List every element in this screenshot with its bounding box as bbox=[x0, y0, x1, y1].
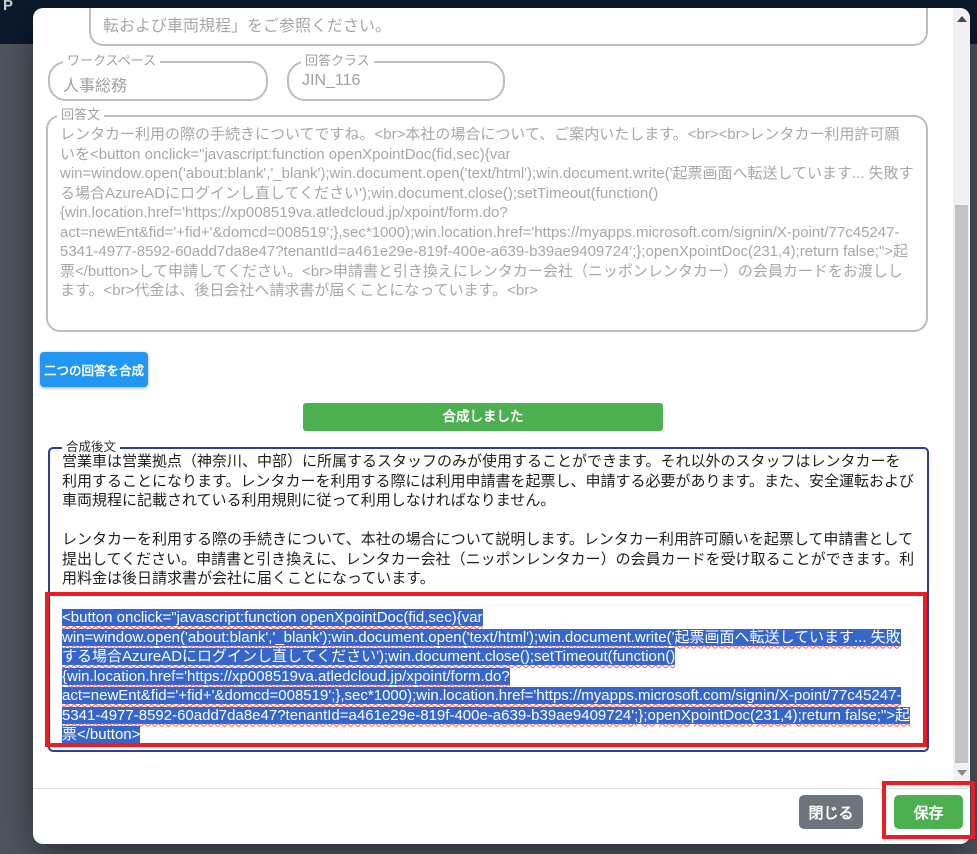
merge-status-message: 合成しました bbox=[303, 403, 663, 431]
scrollbar-down-arrow-icon[interactable] bbox=[957, 770, 967, 776]
merged-paragraph-2: レンタカーを利用する際の手続きについて、本社の場合について説明します。レンタカー… bbox=[62, 531, 914, 587]
selected-code-text: <button onclick="javascript:function ope… bbox=[62, 609, 910, 743]
modal-scrollbar-thumb[interactable] bbox=[955, 205, 968, 763]
page-header-text-fragment: P bbox=[3, 0, 13, 14]
answer-textarea[interactable]: レンタカー利用の際の手続きについてですね。<br>本社の場合について、ご案内いた… bbox=[46, 115, 928, 332]
previous-answer-textarea-partial[interactable]: 転および車両規程」をご参照ください。 bbox=[89, 8, 928, 46]
close-button[interactable]: 閉じる bbox=[799, 795, 863, 829]
merged-paragraph-1: 営業車は営業拠点（神奈川、中部）に所属するスタッフのみが使用することができます。… bbox=[62, 453, 914, 509]
merged-text-label: 合成後文 bbox=[62, 440, 120, 454]
merge-answers-button[interactable]: 二つの回答を合成 bbox=[40, 352, 148, 387]
answer-text-label: 回答文 bbox=[57, 108, 104, 122]
merged-textarea[interactable]: 営業車は営業拠点（神奈川、中部）に所属するスタッフのみが使用することができます。… bbox=[48, 447, 929, 752]
footer-divider bbox=[33, 788, 970, 789]
edit-answer-modal: 転および車両規程」をご参照ください。 ワークスペース 人事総務 回答クラス JI… bbox=[33, 8, 970, 844]
workspace-field-label: ワークスペース bbox=[63, 54, 160, 68]
save-button[interactable]: 保存 bbox=[894, 795, 963, 829]
scrollbar-up-arrow-icon[interactable] bbox=[957, 16, 967, 22]
answer-class-field-label: 回答クラス bbox=[301, 54, 374, 68]
